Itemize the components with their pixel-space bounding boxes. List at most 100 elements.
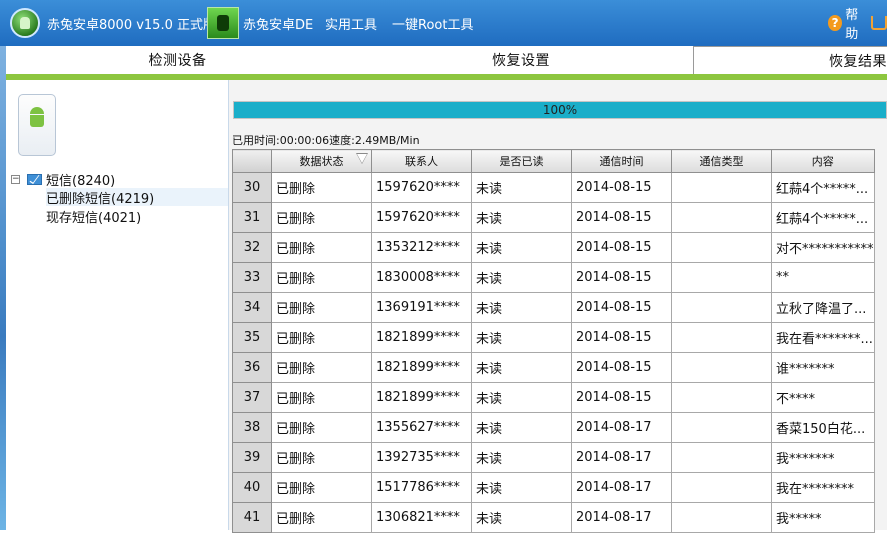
cell-status[interactable]: 已删除 xyxy=(272,413,372,443)
table-row[interactable]: 39已删除1392735****未读2014-08-17 我******* xyxy=(233,443,875,473)
row-number[interactable]: 37 xyxy=(233,383,272,413)
table-row[interactable]: 41已删除1306821****未读2014-08-17我***** xyxy=(233,503,875,533)
cell-content[interactable]: 红蒜4个*****... xyxy=(772,203,875,233)
cell-read[interactable]: 未读 xyxy=(472,413,572,443)
cell-content[interactable]: 我在看*******... xyxy=(772,323,875,353)
row-number[interactable]: 34 xyxy=(233,293,272,323)
table-row[interactable]: 31已删除1597620****未读2014-08-15红蒜4个*****... xyxy=(233,203,875,233)
cell-time[interactable]: 2014-08-17 xyxy=(572,503,672,533)
cell-contact[interactable]: 1597620**** xyxy=(372,173,472,203)
cell-read[interactable]: 未读 xyxy=(472,443,572,473)
column-header-status[interactable]: 数据状态 xyxy=(272,150,372,173)
cell-content[interactable]: 我***** xyxy=(772,503,875,533)
cell-content[interactable]: 对不*********** xyxy=(772,233,875,263)
de-menu-label[interactable]: 赤兔安卓DE xyxy=(243,0,313,46)
tab-restore-settings[interactable]: 恢复设置 xyxy=(349,46,693,74)
cell-contact[interactable]: 1306821**** xyxy=(372,503,472,533)
cell-type[interactable] xyxy=(672,323,772,353)
cell-content[interactable]: 红蒜4个*****... xyxy=(772,173,875,203)
cell-status[interactable]: 已删除 xyxy=(272,263,372,293)
cell-read[interactable]: 未读 xyxy=(472,383,572,413)
cell-time[interactable]: 2014-08-15 xyxy=(572,383,672,413)
cell-type[interactable] xyxy=(672,353,772,383)
row-number[interactable]: 35 xyxy=(233,323,272,353)
cell-status[interactable]: 已删除 xyxy=(272,323,372,353)
column-header-type[interactable]: 通信类型 xyxy=(672,150,772,173)
cell-read[interactable]: 未读 xyxy=(472,353,572,383)
tree-collapse-icon[interactable]: − xyxy=(11,175,20,184)
cell-read[interactable]: 未读 xyxy=(472,473,572,503)
cell-content[interactable]: 立秋了降温了... xyxy=(772,293,875,323)
de-logo-icon[interactable] xyxy=(207,0,239,46)
sort-desc-icon[interactable] xyxy=(356,153,368,164)
cell-type[interactable] xyxy=(672,173,772,203)
cell-time[interactable]: 2014-08-17 xyxy=(572,473,672,503)
cell-time[interactable]: 2014-08-15 xyxy=(572,293,672,323)
cell-time[interactable]: 2014-08-15 xyxy=(572,263,672,293)
cell-content[interactable]: 我******* xyxy=(772,443,875,473)
row-number[interactable]: 40 xyxy=(233,473,272,503)
cell-read[interactable]: 未读 xyxy=(472,233,572,263)
row-number[interactable]: 36 xyxy=(233,353,272,383)
cell-contact[interactable]: 1392735**** xyxy=(372,443,472,473)
cell-read[interactable]: 未读 xyxy=(472,293,572,323)
cell-contact[interactable]: 1830008**** xyxy=(372,263,472,293)
tools-menu[interactable]: 实用工具 xyxy=(325,0,377,46)
cell-status[interactable]: 已删除 xyxy=(272,473,372,503)
cell-status[interactable]: 已删除 xyxy=(272,233,372,263)
cell-contact[interactable]: 1821899**** xyxy=(372,323,472,353)
table-row[interactable]: 30已删除1597620****未读2014-08-15红蒜4个*****... xyxy=(233,173,875,203)
table-row[interactable]: 38已删除1355627****未读2014-08-17香菜150白花... xyxy=(233,413,875,443)
cell-content[interactable]: ** xyxy=(772,263,875,293)
root-tool-menu[interactable]: 一键Root工具 xyxy=(392,0,473,46)
table-row[interactable]: 35已删除1821899****未读2014-08-15 我在看*******..… xyxy=(233,323,875,353)
row-number[interactable]: 30 xyxy=(233,173,272,203)
cell-contact[interactable]: 1821899**** xyxy=(372,353,472,383)
cell-type[interactable] xyxy=(672,203,772,233)
help-button[interactable]: ? 帮助 xyxy=(828,0,887,46)
cell-type[interactable] xyxy=(672,473,772,503)
cell-time[interactable]: 2014-08-15 xyxy=(572,323,672,353)
cell-read[interactable]: 未读 xyxy=(472,173,572,203)
cell-status[interactable]: 已删除 xyxy=(272,353,372,383)
row-number[interactable]: 31 xyxy=(233,203,272,233)
cell-status[interactable]: 已删除 xyxy=(272,293,372,323)
column-header-content[interactable]: 内容 xyxy=(772,150,875,173)
table-row[interactable]: 36已删除1821899****未读2014-08-15谁******* xyxy=(233,353,875,383)
cart-icon[interactable] xyxy=(871,16,887,30)
table-row[interactable]: 34已删除1369191****未读2014-08-15 立秋了降温了... xyxy=(233,293,875,323)
column-header-read[interactable]: 是否已读 xyxy=(472,150,572,173)
cell-type[interactable] xyxy=(672,233,772,263)
row-number[interactable]: 38 xyxy=(233,413,272,443)
table-row[interactable]: 33已删除1830008****未读2014-08-15** xyxy=(233,263,875,293)
cell-contact[interactable]: 1353212**** xyxy=(372,233,472,263)
cell-read[interactable]: 未读 xyxy=(472,503,572,533)
cell-type[interactable] xyxy=(672,503,772,533)
tree-item-existing-sms[interactable]: 现存短信(4021) xyxy=(46,207,141,225)
cell-contact[interactable]: 1517786**** xyxy=(372,473,472,503)
cell-content[interactable]: 谁******* xyxy=(772,353,875,383)
cell-contact[interactable]: 1355627**** xyxy=(372,413,472,443)
cell-status[interactable]: 已删除 xyxy=(272,203,372,233)
column-header-contact[interactable]: 联系人 xyxy=(372,150,472,173)
row-number[interactable]: 39 xyxy=(233,443,272,473)
tab-restore-results[interactable]: 恢复结果 xyxy=(693,46,887,74)
cell-read[interactable]: 未读 xyxy=(472,323,572,353)
table-row[interactable]: 37已删除1821899****未读2014-08-15不**** xyxy=(233,383,875,413)
cell-type[interactable] xyxy=(672,263,772,293)
cell-content[interactable]: 不**** xyxy=(772,383,875,413)
cell-status[interactable]: 已删除 xyxy=(272,503,372,533)
cell-status[interactable]: 已删除 xyxy=(272,443,372,473)
cell-status[interactable]: 已删除 xyxy=(272,173,372,203)
tree-item-deleted-sms[interactable]: 已删除短信(4219) xyxy=(46,188,228,206)
cell-time[interactable]: 2014-08-17 xyxy=(572,443,672,473)
table-row[interactable]: 32已删除1353212****未读2014-08-15对不**********… xyxy=(233,233,875,263)
cell-time[interactable]: 2014-08-15 xyxy=(572,203,672,233)
cell-type[interactable] xyxy=(672,293,772,323)
cell-contact[interactable]: 1369191**** xyxy=(372,293,472,323)
column-header-time[interactable]: 通信时间 xyxy=(572,150,672,173)
cell-read[interactable]: 未读 xyxy=(472,203,572,233)
cell-type[interactable] xyxy=(672,443,772,473)
row-number[interactable]: 33 xyxy=(233,263,272,293)
row-number[interactable]: 32 xyxy=(233,233,272,263)
